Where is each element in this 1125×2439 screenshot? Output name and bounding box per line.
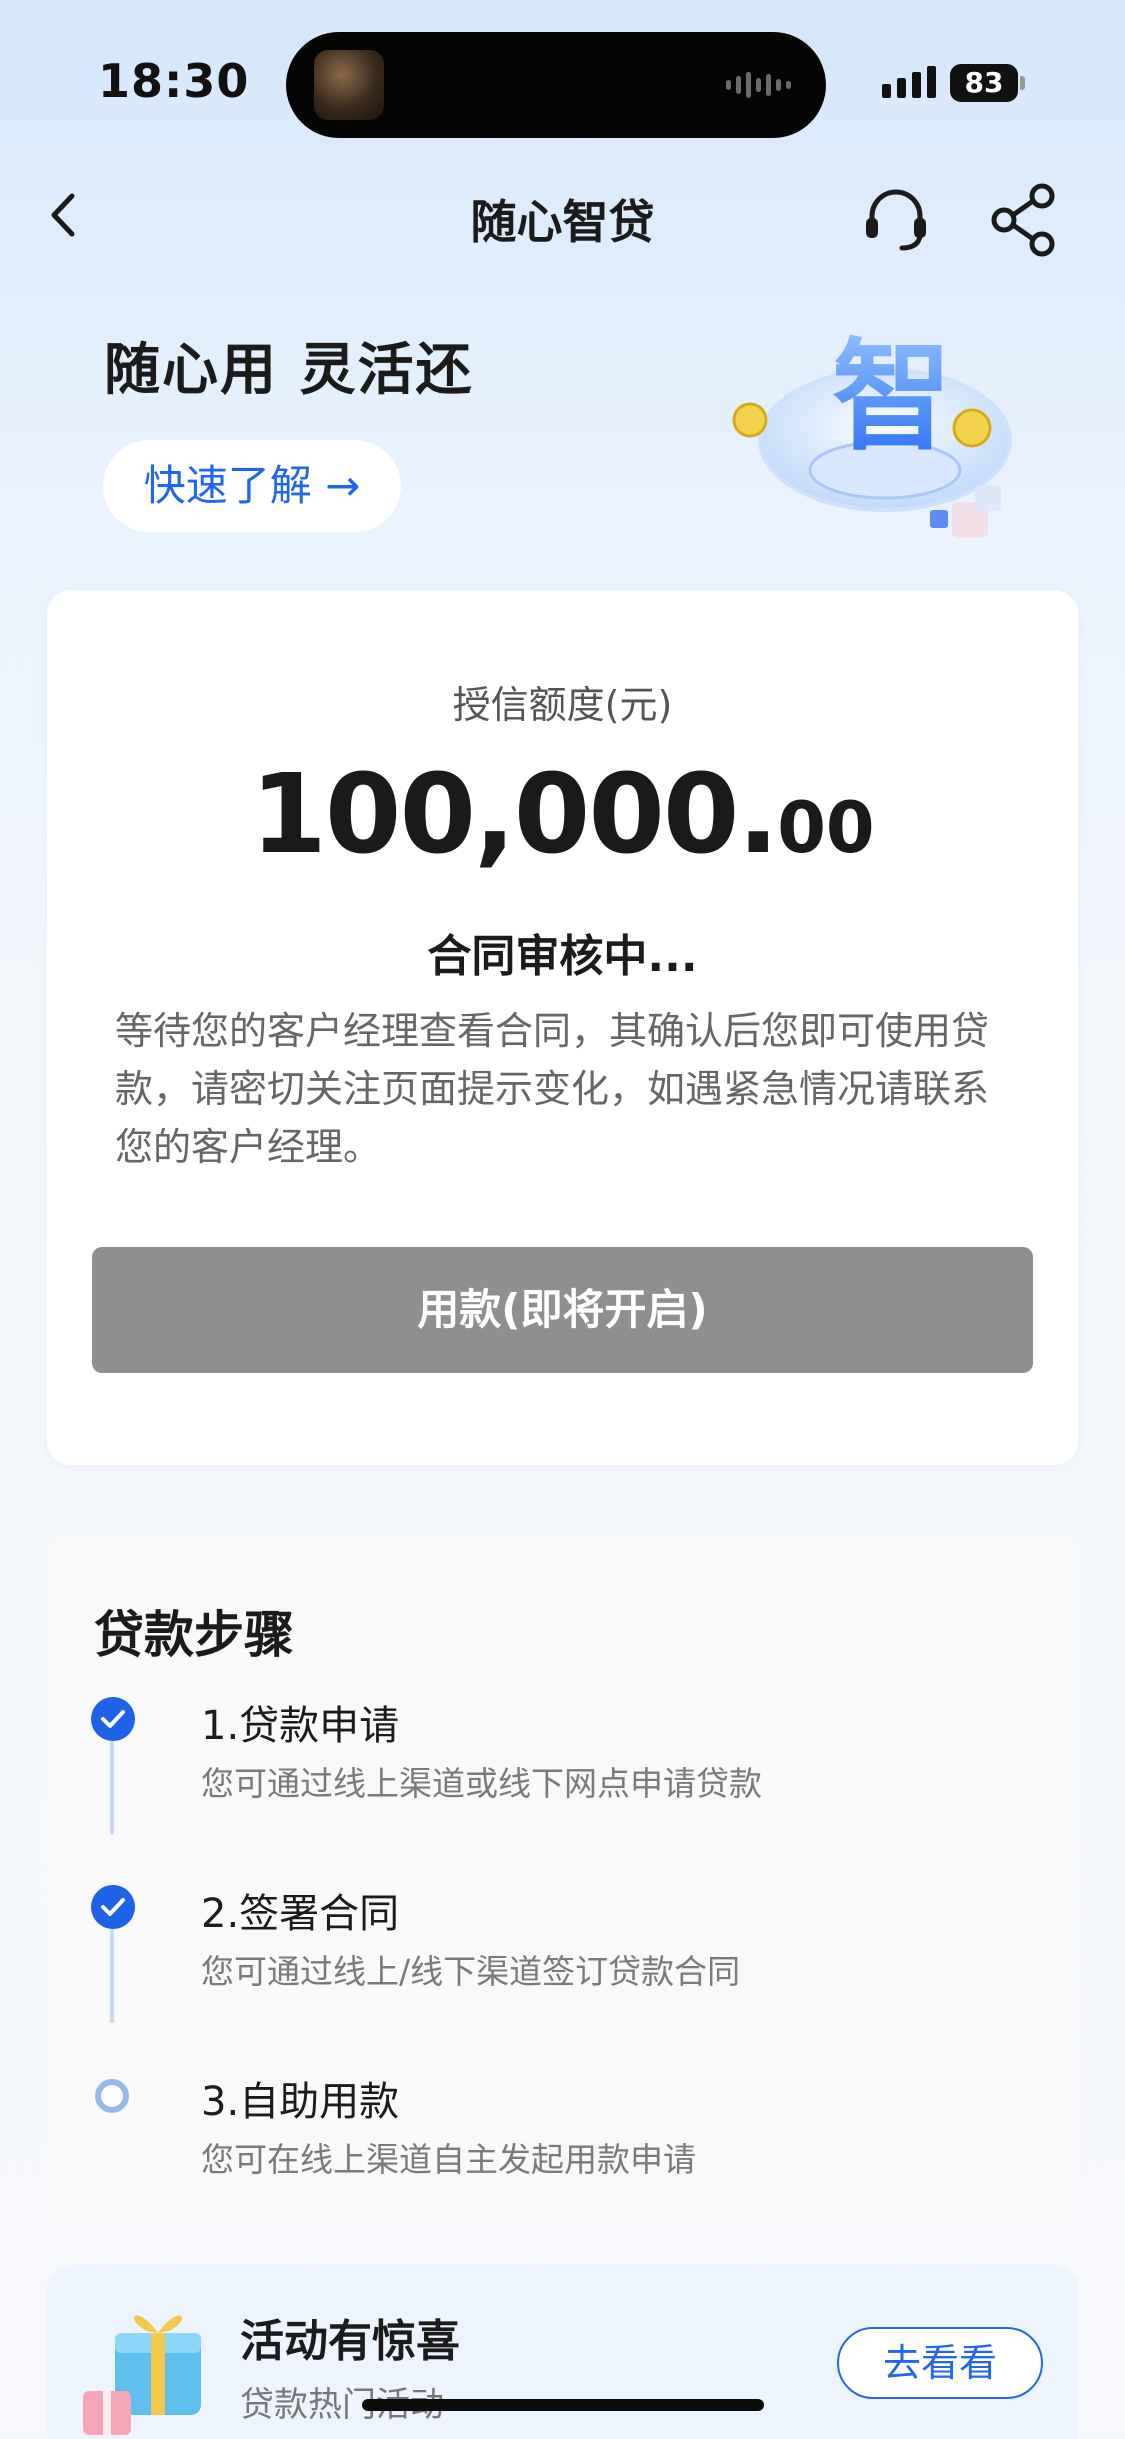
contract-status-desc: 等待您的客户经理查看合同，其确认后您即可使用贷款，请密切关注页面提示变化，如遇紧…: [115, 1009, 990, 1169]
gift-box-icon: [83, 2315, 201, 2435]
use-loan-button[interactable]: 用款(即将开启): [92, 1247, 1033, 1373]
credit-amount-integer: 100,000.: [250, 750, 779, 878]
loan-steps-card: 贷款步骤 1.贷款申请 您可通过线上渠道或线下网点申请贷款 2.签署合同 您可通…: [47, 1535, 1078, 2230]
audio-wave-icon: [726, 70, 796, 100]
steps-title: 贷款步骤: [94, 1606, 294, 1664]
hero-slogan: 随心用 灵活还: [104, 338, 474, 403]
headset-icon: [866, 189, 926, 251]
step-desc: 您可通过线上/线下渠道签订贷款合同: [201, 1952, 741, 1991]
credit-limit-label: 授信额度(元): [452, 683, 673, 727]
promo-title: 活动有惊喜: [240, 2316, 460, 2367]
contract-status-title: 合同审核中...: [427, 931, 698, 982]
status-bar: 18:30 83: [0, 0, 1125, 170]
step-title: 2.签署合同: [201, 1891, 400, 1937]
step-desc: 您可通过线上渠道或线下网点申请贷款: [201, 1764, 762, 1803]
game-app-icon: [314, 50, 384, 120]
promo-card[interactable]: 活动有惊喜 贷款热门活动 去看看: [47, 2265, 1078, 2439]
view-promo-button[interactable]: 去看看: [837, 2327, 1043, 2399]
home-indicator[interactable]: [362, 2399, 764, 2411]
step-title: 1.贷款申请: [201, 1703, 400, 1749]
cellular-signal-icon: [882, 66, 936, 98]
credit-amount: 100,000.00: [47, 750, 1078, 878]
share-icon: [991, 183, 1055, 257]
dynamic-island[interactable]: [286, 32, 826, 138]
page-title: 随心智贷: [470, 195, 655, 249]
nav-bar: 随心智贷: [0, 170, 1125, 260]
chevron-left-icon: [51, 193, 75, 237]
battery-icon: 83: [950, 64, 1018, 102]
step-desc: 您可在线上渠道自主发起用款申请: [201, 2140, 696, 2179]
step-title: 3.自助用款: [201, 2079, 400, 2125]
art-glyph: 智: [832, 328, 952, 467]
battery-tip: [1020, 76, 1025, 90]
status-time: 18:30: [98, 54, 250, 108]
learn-more-button[interactable]: 快速了解 →: [103, 440, 401, 532]
check-circle-icon: [91, 1885, 135, 1929]
share-button[interactable]: [986, 182, 1062, 258]
check-circle-icon: [91, 1697, 135, 1741]
pending-circle-icon: [95, 2079, 129, 2113]
credit-card: 授信额度(元) 100,000.00 合同审核中... 等待您的客户经理查看合同…: [47, 590, 1078, 1465]
smart-loan-illustration: 智: [732, 328, 1012, 538]
back-button[interactable]: [40, 190, 90, 240]
credit-amount-decimal: 00: [777, 787, 875, 869]
customer-service-button[interactable]: [858, 182, 934, 258]
